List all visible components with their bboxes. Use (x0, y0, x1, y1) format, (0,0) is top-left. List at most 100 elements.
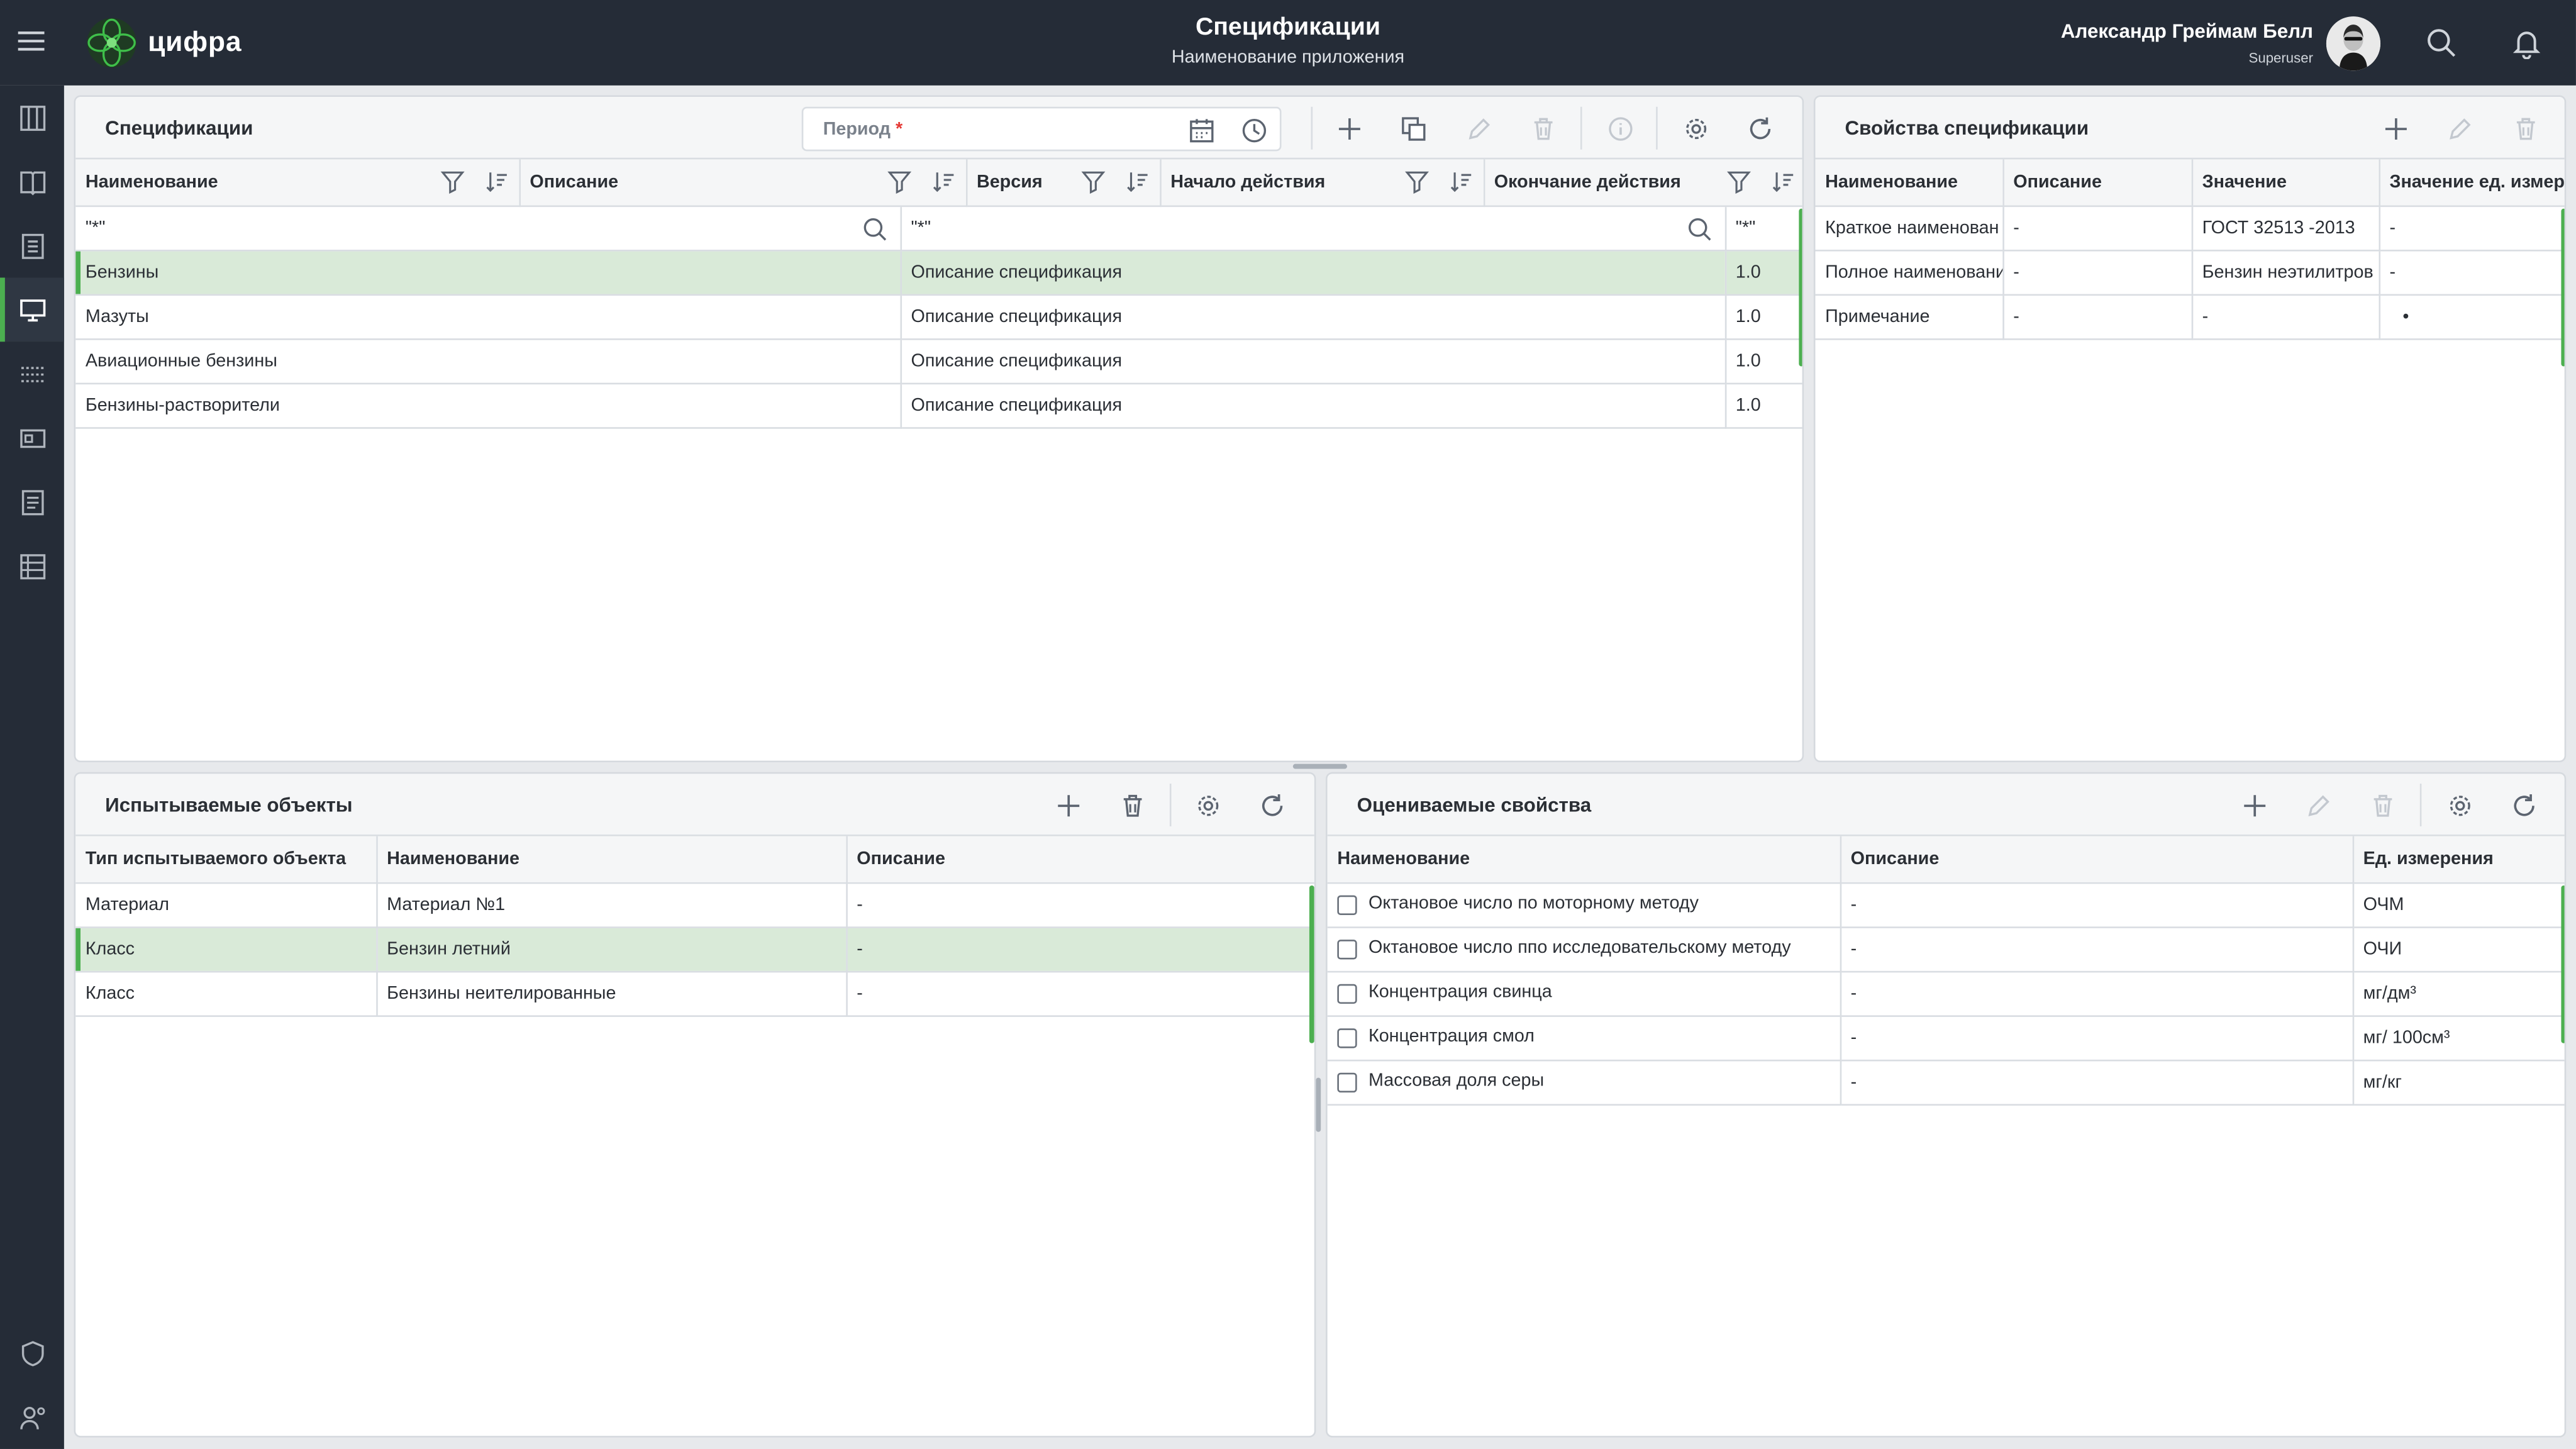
avatar[interactable] (2326, 16, 2381, 71)
row-checkbox[interactable] (1337, 894, 1357, 914)
horizontal-splitter[interactable] (1292, 763, 1348, 769)
specifications-title: Спецификации (105, 116, 253, 140)
table-row[interactable]: Октановое число ппо исследовательскому м… (1327, 926, 2565, 972)
columns-icon[interactable] (0, 86, 64, 150)
row-checkbox[interactable] (1337, 1028, 1357, 1048)
cell-name: Мазуты (75, 294, 901, 340)
sort-icon[interactable] (1770, 169, 1795, 194)
table-header-row: Наименование Описание Значение Значение … (1815, 159, 2565, 206)
add-icon[interactable] (2238, 789, 2270, 821)
column-header-description[interactable]: Описание (519, 159, 967, 206)
scrollbar[interactable] (1309, 885, 1314, 1043)
table-icon[interactable] (0, 534, 64, 598)
tested-objects-title: Испытываемые объекты (105, 793, 353, 817)
gear-icon[interactable] (1679, 112, 1712, 145)
cell-object-type: Материал (75, 882, 377, 928)
copy-icon[interactable] (1396, 112, 1429, 145)
column-header-description[interactable]: Описание (1840, 836, 2353, 884)
clock-icon[interactable] (1237, 113, 1270, 146)
table-row[interactable]: Концентрация свинца - мг/дм³ (1327, 970, 2565, 1016)
cell-object-type: Класс (75, 926, 377, 972)
search-icon[interactable] (862, 216, 886, 241)
column-header-description[interactable]: Описание (846, 836, 1314, 884)
cell-version: 1.0 (1724, 250, 1802, 296)
column-header-name[interactable]: Наименование (376, 836, 847, 884)
row-checkbox[interactable] (1337, 983, 1357, 1003)
table-row[interactable]: Массовая доля серы - мг/кг (1327, 1059, 2565, 1105)
filter-input-description[interactable]: "*" (900, 206, 1726, 252)
sort-icon[interactable] (931, 169, 955, 194)
scrollbar[interactable] (2561, 885, 2565, 1043)
user-info[interactable]: Александр Греймам Белл Superuser (2061, 19, 2313, 65)
filter-icon[interactable] (1080, 169, 1105, 194)
column-header-start-date[interactable]: Начало действия (1160, 159, 1485, 206)
row-checkbox[interactable] (1337, 1072, 1357, 1092)
cell-description: Описание спецификация (900, 383, 1726, 429)
refresh-icon[interactable] (1255, 789, 1288, 821)
column-header-unit-value[interactable]: Значение ед. измере (2379, 159, 2565, 206)
table-row[interactable]: Бензины-растворители Описание спецификац… (75, 383, 1802, 429)
table-row[interactable]: Материал Материал №1 - (75, 882, 1314, 928)
column-header-object-type[interactable]: Тип испытываемого объекта (75, 836, 377, 884)
list-icon[interactable] (0, 214, 64, 278)
filter-icon[interactable] (1726, 169, 1750, 194)
column-header-value[interactable]: Значение (2191, 159, 2380, 206)
add-icon[interactable] (1332, 112, 1365, 145)
filter-icon[interactable] (440, 169, 464, 194)
column-header-name[interactable]: Наименование (75, 159, 520, 206)
cell-unit: мг/дм³ (2352, 970, 2565, 1016)
vertical-splitter[interactable] (1316, 1077, 1321, 1132)
scrollbar[interactable] (2561, 208, 2565, 367)
table-row[interactable]: Концентрация смол - мг/ 100см³ (1327, 1015, 2565, 1061)
bell-icon[interactable] (2510, 26, 2543, 60)
gear-icon[interactable] (1191, 789, 1224, 821)
filter-row: "*" "*" "*" (75, 206, 1802, 252)
search-icon[interactable] (2425, 26, 2458, 59)
filter-input-name[interactable]: "*" (75, 206, 901, 252)
table-row[interactable]: Класс Бензин летний - (75, 926, 1314, 972)
column-header-version[interactable]: Версия (965, 159, 1161, 206)
add-icon[interactable] (2379, 112, 2411, 145)
row-checkbox[interactable] (1337, 938, 1357, 959)
delete-icon[interactable] (1116, 789, 1148, 821)
column-header-end-date[interactable]: Окончание действия (1483, 159, 1802, 206)
document-list-icon[interactable] (0, 470, 64, 534)
filter-icon[interactable] (886, 169, 911, 194)
filter-input-version[interactable]: "*" (1724, 206, 1802, 252)
filter-icon[interactable] (1404, 169, 1428, 194)
monitor-icon[interactable] (0, 277, 64, 342)
cell-version: 1.0 (1724, 383, 1802, 429)
table-row[interactable]: Бензины Описание спецификация 1.0 (75, 250, 1802, 296)
card-icon[interactable] (0, 406, 64, 470)
table-row[interactable]: Полное наименовани - Бензин неэтилитров … (1815, 250, 2565, 295)
table-row[interactable]: Краткое наименован - ГОСТ 32513 -2013 - (1815, 205, 2565, 251)
table-row[interactable]: Мазуты Описание спецификация 1.0 (75, 294, 1802, 340)
users-settings-icon[interactable] (0, 1385, 64, 1449)
period-field[interactable]: Период * (801, 106, 1282, 152)
column-header-unit[interactable]: Ед. измерения (2352, 836, 2565, 884)
specifications-panel: Спецификации Период * Наименование Описа… (74, 95, 1804, 763)
cell-description: Описание спецификация (900, 294, 1726, 340)
add-icon[interactable] (1052, 789, 1084, 821)
evaluated-properties-panel: Оцениваемые свойства Наименование Описан… (1326, 772, 2567, 1438)
column-header-name[interactable]: Наименование (1327, 836, 1841, 884)
sort-icon[interactable] (484, 169, 508, 194)
shield-icon[interactable] (0, 1321, 64, 1385)
column-header-name[interactable]: Наименование (1815, 159, 2004, 206)
scrollbar[interactable] (1799, 208, 1802, 367)
search-icon[interactable] (1686, 216, 1711, 241)
calendar-icon[interactable] (1184, 113, 1217, 146)
book-icon[interactable] (0, 150, 64, 214)
table-row[interactable]: Октановое число по моторному методу - ОЧ… (1327, 882, 2565, 928)
gear-icon[interactable] (2443, 789, 2475, 821)
dots-grid-icon[interactable] (0, 341, 64, 406)
sort-icon[interactable] (1124, 169, 1149, 194)
refresh-icon[interactable] (1743, 112, 1776, 145)
column-header-description[interactable]: Описание (2002, 159, 2192, 206)
sort-icon[interactable] (1448, 169, 1473, 194)
toolbar-separator (1311, 106, 1313, 150)
table-row[interactable]: Авиационные бензины Описание спецификаци… (75, 339, 1802, 385)
table-row[interactable]: Примечание - - • (1815, 294, 2565, 340)
refresh-icon[interactable] (2507, 789, 2540, 821)
table-row[interactable]: Класс Бензины неителированные - (75, 970, 1314, 1016)
